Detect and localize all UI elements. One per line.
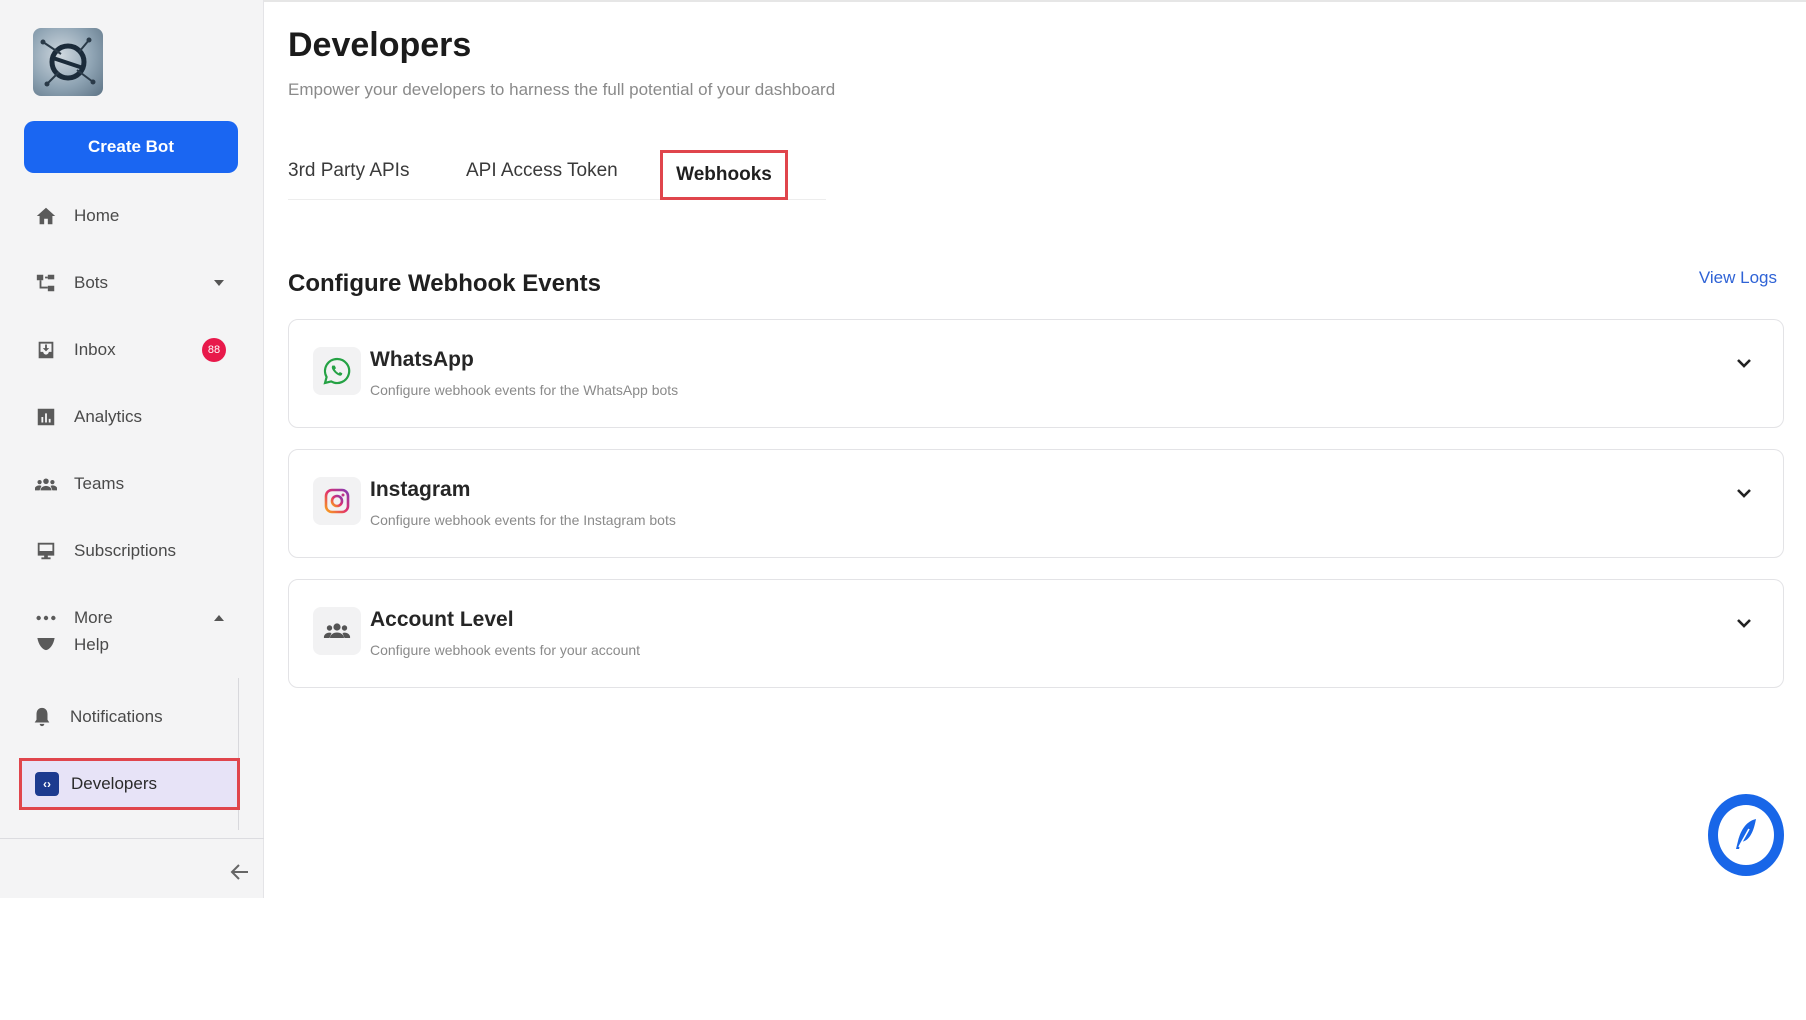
sidebar-item-help[interactable]: Help (24, 630, 238, 660)
sidebar-item-notifications[interactable]: Notifications (20, 697, 234, 737)
account-icon (313, 607, 361, 655)
card-title: WhatsApp (370, 348, 474, 371)
top-divider (264, 0, 1806, 2)
card-description: Configure webhook events for your accoun… (370, 642, 641, 658)
brand-logo[interactable] (33, 28, 103, 96)
sidebar-item-label: Subscriptions (74, 541, 177, 560)
page-subtitle: Empower your developers to harness the f… (288, 80, 836, 99)
sidebar-item-inbox[interactable]: Inbox 88 (24, 330, 238, 370)
caret-down-icon[interactable] (212, 275, 226, 289)
webhook-card-whatsapp[interactable]: WhatsApp Configure webhook events for th… (288, 319, 1784, 428)
sidebar-item-label: Teams (74, 474, 125, 493)
sidebar-item-label: Bots (74, 273, 109, 292)
collapse-sidebar-button[interactable] (228, 860, 252, 884)
webhook-card-account-level[interactable]: Account Level Configure webhook events f… (288, 579, 1784, 688)
sidebar-item-home[interactable]: Home (24, 196, 238, 236)
sidebar-item-developers[interactable]: ‹› Developers (19, 758, 240, 810)
feather-icon (1736, 819, 1756, 849)
sidebar-item-label: Inbox (74, 340, 116, 359)
bots-icon (34, 271, 58, 295)
sidebar-item-label: Notifications (70, 707, 163, 726)
card-title: Instagram (370, 478, 471, 501)
home-icon (34, 204, 58, 228)
sidebar-item-label: More (74, 608, 113, 627)
analytics-icon (34, 405, 58, 429)
sidebar-item-subscriptions[interactable]: Subscriptions (24, 531, 238, 571)
inbox-icon (34, 338, 58, 362)
inbox-badge: 88 (202, 338, 226, 362)
arrow-left-icon (230, 864, 248, 880)
chevron-down-icon[interactable] (1733, 352, 1755, 374)
sidebar-item-teams[interactable]: Teams (24, 464, 238, 504)
sidebar-item-label: Home (74, 206, 120, 225)
sidebar: Create Bot Home Bots Inbox 88 Analytics … (0, 0, 264, 898)
tab-api-access-token[interactable]: API Access Token (466, 160, 618, 182)
sidebar-item-label: Help (74, 635, 109, 654)
sidebar-item-label: Developers (71, 774, 157, 793)
more-icon (34, 606, 58, 630)
teams-icon (34, 472, 58, 496)
tab-webhooks[interactable]: Webhooks (660, 150, 788, 200)
card-description: Configure webhook events for the Instagr… (370, 512, 676, 528)
sidebar-item-label: Analytics (74, 407, 143, 426)
instagram-icon (313, 477, 361, 525)
help-icon (34, 638, 58, 652)
chat-assistant-button[interactable] (1708, 794, 1784, 876)
chevron-down-icon[interactable] (1733, 612, 1755, 634)
chat-assistant-inner (1718, 805, 1774, 865)
subscriptions-icon (34, 539, 58, 563)
sidebar-footer-divider (0, 838, 264, 839)
bell-icon (30, 705, 54, 729)
app: Create Bot Home Bots Inbox 88 Analytics … (0, 0, 1806, 898)
sidebar-item-analytics[interactable]: Analytics (24, 397, 238, 437)
code-icon: ‹› (35, 772, 59, 796)
sidebar-item-bots[interactable]: Bots (24, 263, 238, 303)
page-title: Developers (288, 26, 472, 64)
create-bot-button[interactable]: Create Bot (24, 121, 238, 173)
developer-tabs: 3rd Party APIs API Access Token Webhooks (288, 150, 826, 200)
chevron-down-icon[interactable] (1733, 482, 1755, 504)
logo-icon (40, 37, 96, 87)
card-title: Account Level (370, 608, 514, 631)
caret-up-icon[interactable] (212, 610, 226, 624)
webhook-card-instagram[interactable]: Instagram Configure webhook events for t… (288, 449, 1784, 558)
whatsapp-icon (313, 347, 361, 395)
tab-3rd-party-apis[interactable]: 3rd Party APIs (288, 160, 409, 182)
section-title: Configure Webhook Events (288, 270, 601, 297)
card-description: Configure webhook events for the WhatsAp… (370, 382, 679, 398)
view-logs-link[interactable]: View Logs (1699, 268, 1777, 288)
